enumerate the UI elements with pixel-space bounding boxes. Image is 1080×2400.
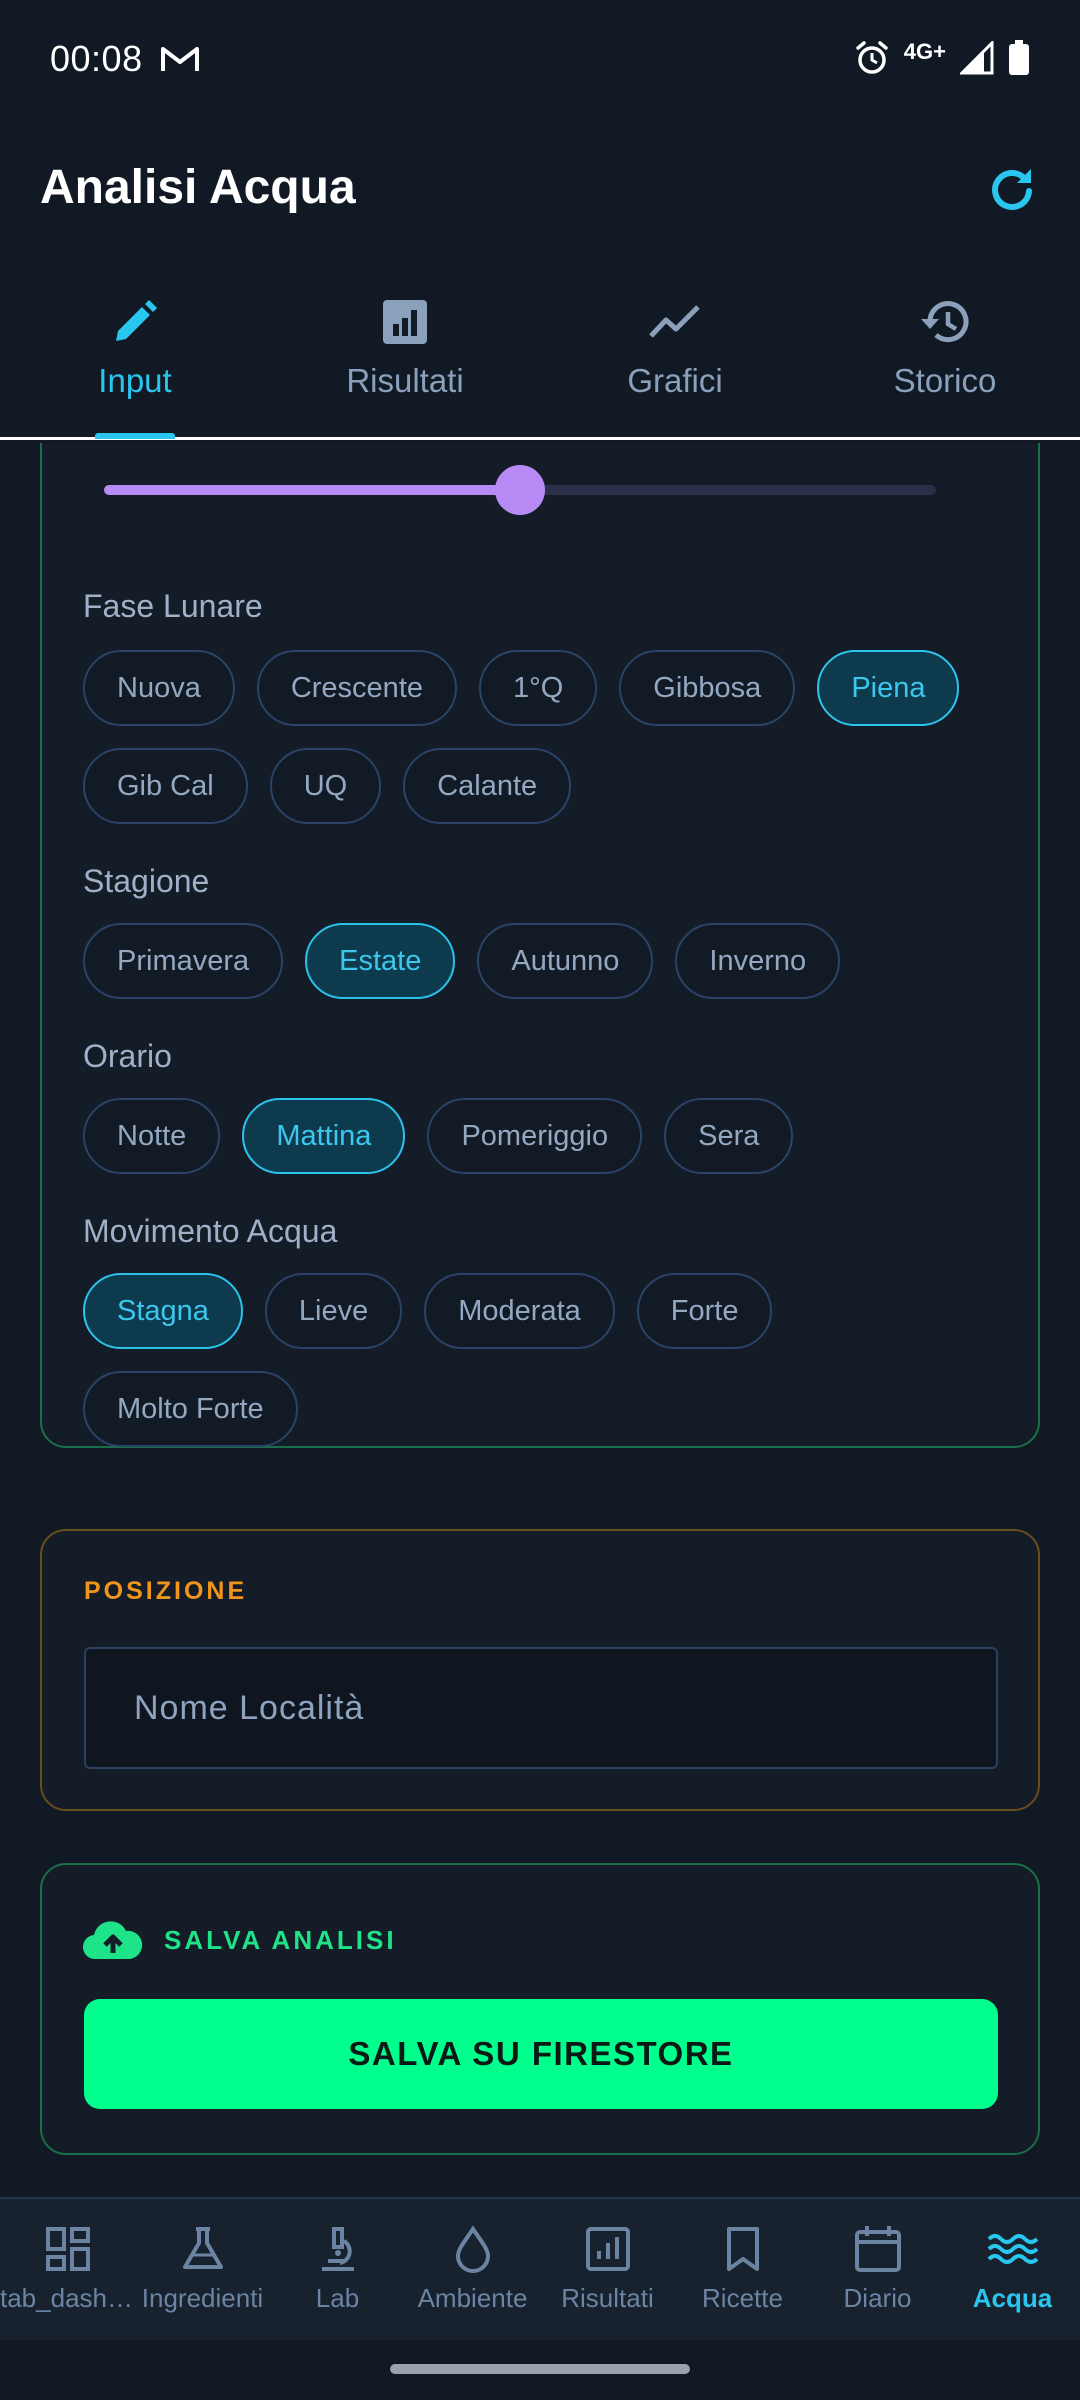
chip-estate[interactable]: Estate xyxy=(305,923,456,999)
chip-autunno[interactable]: Autunno xyxy=(477,923,654,999)
water-movement-chips-row-1: Stagna Lieve Moderata Forte xyxy=(83,1273,773,1349)
nav-label-lab: Lab xyxy=(315,2283,360,2313)
nav-item-ingredienti[interactable]: Ingredienti xyxy=(135,2199,270,2340)
nav-label-dashboard: tab_dashboard xyxy=(0,2283,135,2313)
tab-storico-label: Storico xyxy=(893,362,997,399)
home-gesture-bar[interactable] xyxy=(390,2364,690,2374)
dashboard-icon xyxy=(40,2221,96,2277)
line-chart-icon xyxy=(647,294,703,350)
bar-chart-icon xyxy=(580,2221,636,2277)
status-bar: 00:08 4G+ xyxy=(0,0,1080,124)
chip-uq[interactable]: UQ xyxy=(269,748,382,824)
waves-icon xyxy=(985,2221,1041,2277)
page-title: Analisi Acqua xyxy=(40,161,356,214)
chip-nuova[interactable]: Nuova xyxy=(83,650,235,726)
nav-label-diario: Diario xyxy=(843,2283,912,2313)
chip-primavera[interactable]: Primavera xyxy=(83,923,284,999)
network-type: 4G+ xyxy=(903,39,946,64)
moon-phase-label: Fase Lunare xyxy=(83,588,263,624)
chip-inverno[interactable]: Inverno xyxy=(675,923,841,999)
chip-stagna[interactable]: Stagna xyxy=(83,1273,243,1349)
tab-grafici[interactable]: Grafici xyxy=(540,270,810,437)
slider-thumb[interactable] xyxy=(495,465,545,515)
position-card: POSIZIONE xyxy=(40,1529,1040,1811)
chip-gibbosa[interactable]: Gibbosa xyxy=(619,650,796,726)
save-header: SALVA ANALISI xyxy=(82,1919,397,1961)
gmail-icon xyxy=(161,47,199,71)
screen: 00:08 4G+ Analisi Acqua Input Risultati … xyxy=(0,0,1080,2400)
nav-label-acqua: Acqua xyxy=(972,2283,1053,2313)
parameter-slider[interactable] xyxy=(104,465,936,515)
time-of-day-chips: Notte Mattina Pomeriggio Sera xyxy=(83,1098,794,1174)
tab-storico[interactable]: Storico xyxy=(810,270,1080,437)
active-tab-indicator xyxy=(95,433,175,439)
slider-fill xyxy=(104,485,520,495)
nav-label-ingredienti: Ingredienti xyxy=(141,2283,264,2313)
water-movement-chips-row-2: Molto Forte xyxy=(83,1371,298,1447)
chip-primo-quarto[interactable]: 1°Q xyxy=(479,650,598,726)
nav-item-diario[interactable]: Diario xyxy=(810,2199,945,2340)
water-movement-label: Movimento Acqua xyxy=(83,1213,338,1249)
cloud-upload-icon xyxy=(82,1921,143,1960)
nav-item-risultati[interactable]: Risultati xyxy=(540,2199,675,2340)
nav-item-acqua[interactable]: Acqua xyxy=(945,2199,1080,2340)
refresh-button[interactable] xyxy=(980,158,1044,222)
save-card: SALVA ANALISI SALVA SU FIRESTORE xyxy=(40,1863,1040,2155)
location-name-input[interactable] xyxy=(84,1647,998,1769)
bar-chart-icon xyxy=(377,294,433,350)
season-chips: Primavera Estate Autunno Inverno xyxy=(83,923,841,999)
tab-input-label: Input xyxy=(98,362,172,399)
chip-calante[interactable]: Calante xyxy=(403,748,572,824)
tab-risultati-label: Risultati xyxy=(346,362,464,399)
system-navigation-area xyxy=(0,2340,1080,2400)
save-to-firestore-button[interactable]: SALVA SU FIRESTORE xyxy=(84,1999,998,2109)
nav-item-ambiente[interactable]: Ambiente xyxy=(405,2199,540,2340)
tab-risultati[interactable]: Risultati xyxy=(270,270,540,437)
moon-phase-chips-row-2: Gib Cal UQ Calante xyxy=(83,748,572,824)
chip-lieve[interactable]: Lieve xyxy=(264,1273,403,1349)
bottom-navigation: tab_dashboard Ingredienti Lab xyxy=(0,2197,1080,2340)
save-title: SALVA ANALISI xyxy=(164,1924,397,1955)
nav-item-dashboard[interactable]: tab_dashboard xyxy=(0,2199,135,2340)
pencil-icon xyxy=(107,294,163,350)
nav-label-risultati: Risultati xyxy=(561,2283,654,2313)
chip-moderata[interactable]: Moderata xyxy=(424,1273,615,1349)
tab-input[interactable]: Input xyxy=(0,270,270,439)
nav-item-lab[interactable]: Lab xyxy=(270,2199,405,2340)
chip-forte[interactable]: Forte xyxy=(636,1273,773,1349)
signal-icon xyxy=(960,41,994,75)
chip-molto-forte[interactable]: Molto Forte xyxy=(83,1371,298,1447)
calendar-icon xyxy=(850,2221,906,2277)
position-title: POSIZIONE xyxy=(84,1577,248,1605)
chip-notte[interactable]: Notte xyxy=(83,1098,221,1174)
battery-icon xyxy=(1009,40,1029,75)
water-drop-icon xyxy=(445,2221,501,2277)
tab-bar: Input Risultati Grafici Storico xyxy=(0,270,1080,440)
nav-label-ambiente: Ambiente xyxy=(417,2283,528,2313)
chip-pomeriggio[interactable]: Pomeriggio xyxy=(427,1098,643,1174)
status-icons: 4G+ xyxy=(854,40,1030,76)
moon-phase-chips-row-1: Nuova Crescente 1°Q Gibbosa Piena xyxy=(83,650,960,726)
app-bar: Analisi Acqua xyxy=(0,124,1080,254)
history-icon xyxy=(917,294,973,350)
refresh-icon xyxy=(992,169,1032,210)
nav-label-ricette: Ricette xyxy=(702,2283,783,2313)
chip-sera[interactable]: Sera xyxy=(664,1098,794,1174)
bookmark-icon xyxy=(715,2221,771,2277)
flask-icon xyxy=(175,2221,231,2277)
season-label: Stagione xyxy=(83,863,210,899)
microscope-icon xyxy=(310,2221,366,2277)
chip-crescente[interactable]: Crescente xyxy=(256,650,457,726)
chip-mattina[interactable]: Mattina xyxy=(242,1098,406,1174)
chip-gib-cal[interactable]: Gib Cal xyxy=(83,748,248,824)
time-of-day-label: Orario xyxy=(83,1038,172,1074)
alarm-icon xyxy=(856,41,888,74)
nav-item-ricette[interactable]: Ricette xyxy=(675,2199,810,2340)
tab-grafici-label: Grafici xyxy=(627,362,723,399)
chip-piena[interactable]: Piena xyxy=(817,650,960,726)
input-form[interactable]: Fase Lunare Nuova Crescente 1°Q Gibbosa … xyxy=(0,443,1080,2197)
status-time: 00:08 xyxy=(50,38,143,79)
